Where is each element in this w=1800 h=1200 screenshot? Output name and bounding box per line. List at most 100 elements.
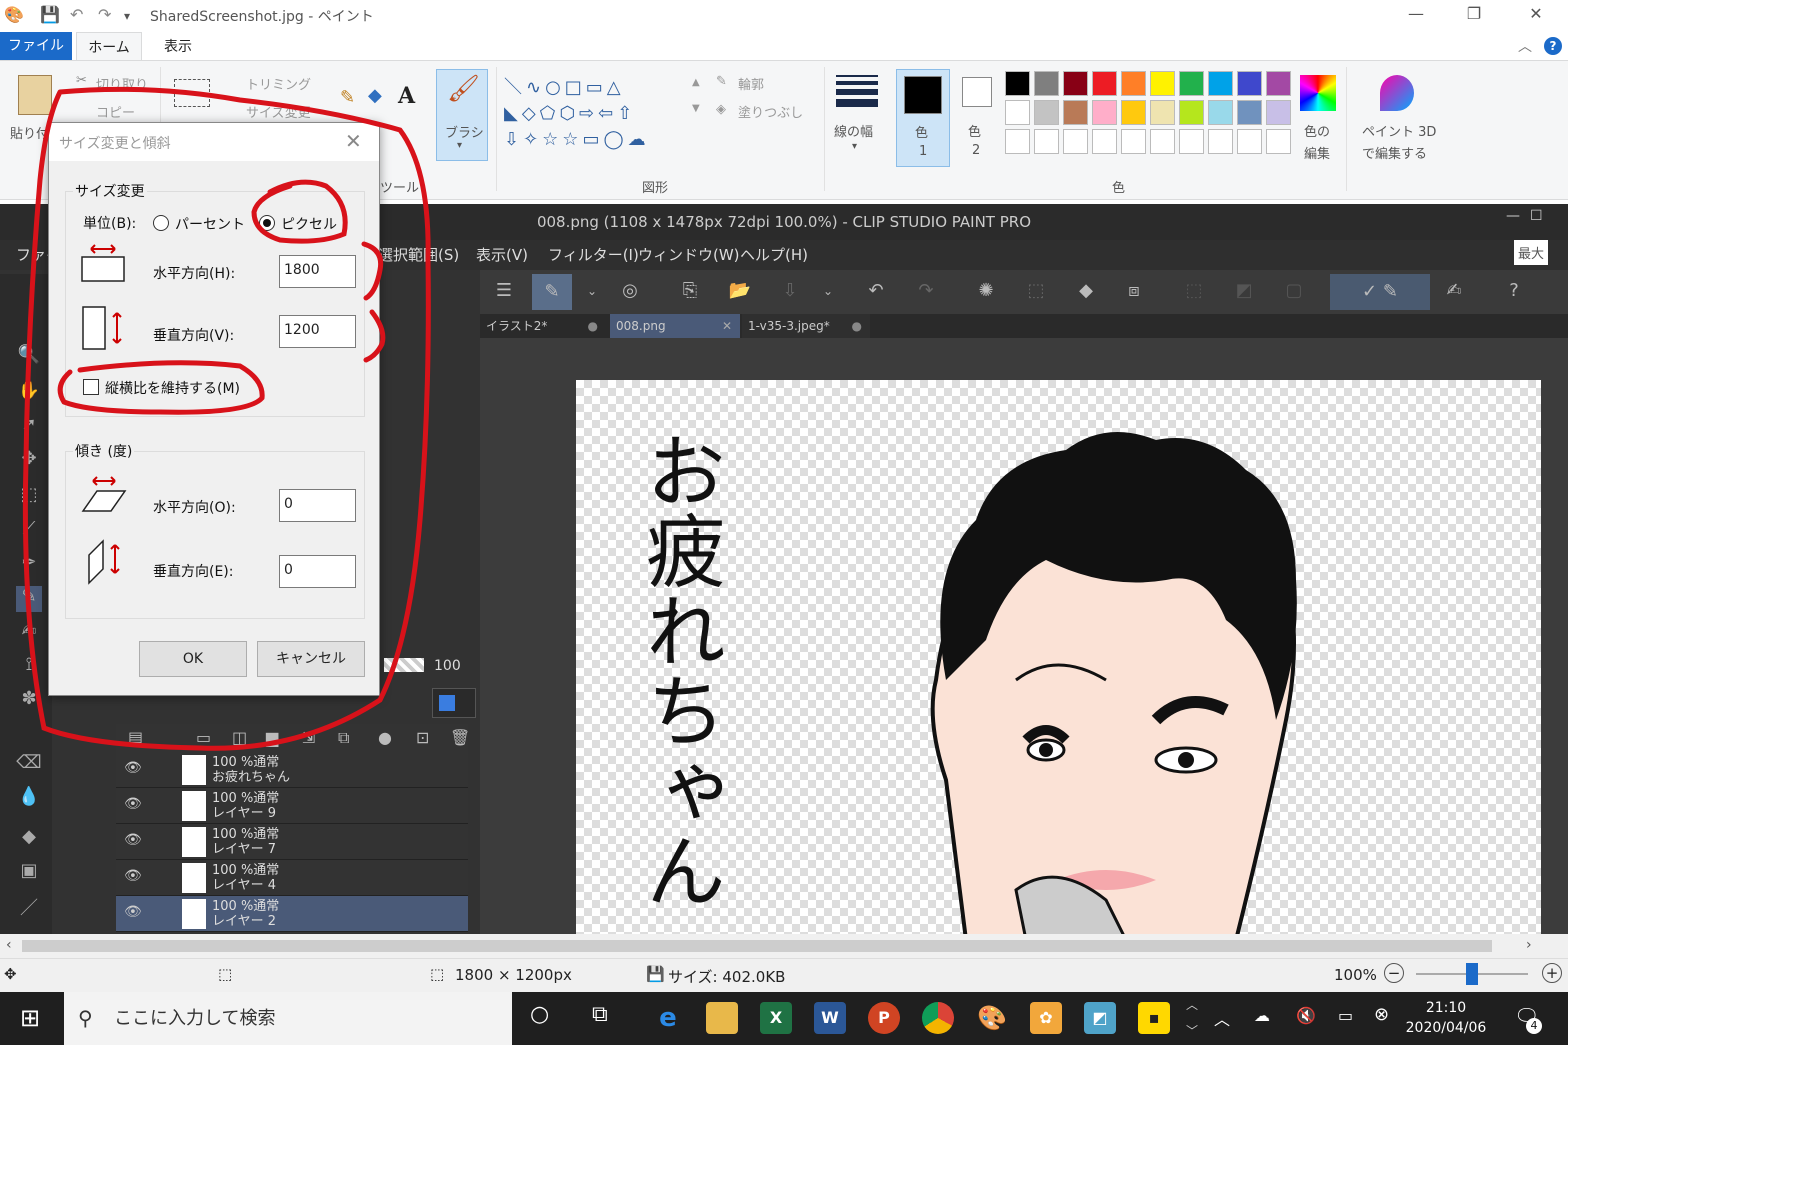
resize-button[interactable]: サイズ変更 xyxy=(246,102,311,121)
menu-select[interactable]: 選択範囲(S) xyxy=(378,244,459,265)
sticky-notes-icon[interactable]: ▪ xyxy=(1138,1002,1170,1034)
opacity-value[interactable]: 100 xyxy=(434,658,461,674)
transfer-icon[interactable]: ⇲ xyxy=(302,728,315,747)
doc-tab-3[interactable]: 1-v35-3.jpeg* ● xyxy=(742,314,870,338)
excel-icon[interactable]: X xyxy=(760,1002,792,1034)
invert-selection-icon[interactable]: ◩ xyxy=(1232,280,1256,302)
new-layer-icon[interactable]: ▭ xyxy=(196,728,211,747)
menu-filter[interactable]: フィルター(I) xyxy=(548,244,639,265)
volume-mute-icon[interactable]: 🔇 xyxy=(1296,1006,1316,1025)
palette-swatch[interactable] xyxy=(1266,71,1291,96)
redo-icon[interactable]: ↷ xyxy=(98,5,111,24)
unit-pixel-radio[interactable] xyxy=(259,215,275,231)
unit-percent-radio[interactable] xyxy=(153,215,169,231)
shapes-scroll-down-icon[interactable]: ▼ xyxy=(692,103,700,114)
horizontal-scrollbar[interactable]: ‹ › xyxy=(0,934,1568,958)
fill-icon[interactable]: ◆ xyxy=(1074,280,1098,302)
figure-icon[interactable]: ／ xyxy=(16,894,42,920)
copy-layer-icon[interactable]: ⧉ xyxy=(338,728,349,748)
onedrive-icon[interactable]: ☁ xyxy=(1254,1006,1270,1025)
undo-icon[interactable]: ↶ xyxy=(864,280,888,302)
taskbar-scroll-down-icon[interactable]: ﹀ xyxy=(1186,1022,1198,1039)
canvas[interactable]: お疲れちゃん xyxy=(576,380,1541,940)
edge-icon[interactable]: e xyxy=(652,1002,684,1034)
tab-home[interactable]: ホーム xyxy=(76,32,142,60)
palette-swatch[interactable] xyxy=(1208,71,1233,96)
edit-icon[interactable]: ✎ xyxy=(532,274,572,310)
tray-chevron-icon[interactable]: ︿ xyxy=(1214,1006,1230,1030)
line-width-icon[interactable] xyxy=(836,75,878,107)
menu-icon[interactable]: ☰ xyxy=(492,280,516,302)
line-width-label[interactable]: 線の幅 xyxy=(834,121,873,140)
outline-icon[interactable]: ✎ xyxy=(716,74,727,89)
clip-studio-taskbar-icon[interactable]: ✿ xyxy=(1030,1002,1062,1034)
windows-start-icon[interactable]: ⊞ xyxy=(20,1004,40,1032)
menu-window[interactable]: ウィンドウ(W) xyxy=(638,244,740,265)
operation-icon[interactable]: ➚ xyxy=(16,414,42,440)
tab-view[interactable]: 表示 xyxy=(148,32,208,60)
fill-shape-icon[interactable]: ◈ xyxy=(716,102,726,117)
cancel-button[interactable]: キャンセル xyxy=(257,641,365,677)
pen-icon[interactable]: ✍ xyxy=(1442,280,1466,302)
outline-button[interactable]: 輪郭 xyxy=(738,74,764,93)
palette-swatch[interactable] xyxy=(1237,100,1262,125)
folder-icon[interactable]: ▆ xyxy=(266,728,278,747)
chevron-down-icon[interactable]: ⌄ xyxy=(816,280,840,302)
palette-swatch[interactable] xyxy=(1179,71,1204,96)
minimize-icon[interactable]: — xyxy=(1396,4,1436,23)
new-vector-layer-icon[interactable]: ◫ xyxy=(232,728,247,747)
help-icon[interactable]: ? xyxy=(1544,37,1562,55)
trim-button[interactable]: トリミング xyxy=(246,74,311,93)
loading-icon[interactable]: ✺ xyxy=(974,280,998,302)
custom-color-swatch[interactable] xyxy=(1208,129,1233,154)
taskbar-search[interactable]: ⚲ ここに入力して検索 xyxy=(64,992,512,1045)
select-icon[interactable] xyxy=(174,79,210,107)
shapes-scroll-up-icon[interactable]: ▲ xyxy=(692,77,700,88)
layer-row[interactable]: 👁 100 %通常 レイヤー 2 xyxy=(116,896,468,932)
custom-color-swatch[interactable] xyxy=(1150,129,1175,154)
layer-row[interactable]: 👁 100 %通常 レイヤー 7 xyxy=(116,824,468,860)
save-icon[interactable]: 💾 xyxy=(40,5,60,24)
chevron-down-icon[interactable]: ⌄ xyxy=(580,280,604,302)
tab-dot-icon[interactable]: ● xyxy=(588,314,598,338)
delete-icon[interactable]: 🗑 xyxy=(450,728,470,747)
color1-button[interactable]: 色 1 xyxy=(896,69,950,167)
unit-pixel-label[interactable]: ピクセル xyxy=(281,214,337,234)
shapes-gallery[interactable]: ＼∿○□▭△ ◣◇⬠⬡⇨⇦⇧ ⇩✧☆☆▭◯☁ xyxy=(504,75,684,155)
custom-color-swatch[interactable] xyxy=(1266,129,1291,154)
palette-swatch[interactable] xyxy=(1005,71,1030,96)
palette-swatch[interactable] xyxy=(1092,100,1117,125)
eraser-icon[interactable]: ⌫ xyxy=(16,752,42,778)
task-view-icon[interactable]: ⧉ xyxy=(592,1002,608,1027)
csp-minimize-icon[interactable]: — xyxy=(1506,208,1520,224)
palette-swatch[interactable] xyxy=(1092,71,1117,96)
custom-color-swatch[interactable] xyxy=(1034,129,1059,154)
brush-icon[interactable]: ✍ xyxy=(16,620,42,646)
eye-icon[interactable]: 👁 xyxy=(124,869,142,884)
zoom-in-icon[interactable]: + xyxy=(1542,963,1562,983)
cut-button[interactable]: 切り取り xyxy=(96,74,148,93)
scroll-right-icon[interactable]: › xyxy=(1526,937,1532,953)
hand-icon[interactable]: ✋ xyxy=(16,380,42,406)
edit-colors-line1[interactable]: 色の xyxy=(1304,121,1330,140)
doc-tab-2[interactable]: 008.png ✕ xyxy=(610,314,740,338)
deselect-icon[interactable]: ⬚ xyxy=(1182,280,1206,302)
taskbar-scroll-up-icon[interactable]: ︿ xyxy=(1186,996,1198,1013)
skew-horizontal-input[interactable]: 0 xyxy=(279,489,356,522)
app-icon[interactable]: ◩ xyxy=(1084,1002,1116,1034)
eye-icon[interactable]: 👁 xyxy=(124,905,142,920)
file-explorer-icon[interactable] xyxy=(706,1002,738,1034)
layer-color-button[interactable] xyxy=(432,688,476,718)
custom-color-swatch[interactable] xyxy=(1063,129,1088,154)
opacity-slider[interactable] xyxy=(384,658,424,672)
line-tools-icon[interactable]: ✓ ✎ xyxy=(1330,274,1430,310)
eye-icon[interactable]: 👁 xyxy=(124,833,142,848)
network-disconnected-icon[interactable]: ⊗ xyxy=(1374,1004,1389,1025)
zoom-out-icon[interactable]: − xyxy=(1384,963,1404,983)
palette-swatch[interactable] xyxy=(1179,100,1204,125)
eyedropper-icon[interactable]: ⟋ xyxy=(16,518,42,544)
tab-dot-icon[interactable]: ● xyxy=(852,314,862,338)
vertical-input[interactable]: 1200 xyxy=(279,315,356,348)
menu-view[interactable]: 表示(V) xyxy=(476,244,528,265)
airbrush-icon[interactable]: ⟟ xyxy=(16,654,42,680)
